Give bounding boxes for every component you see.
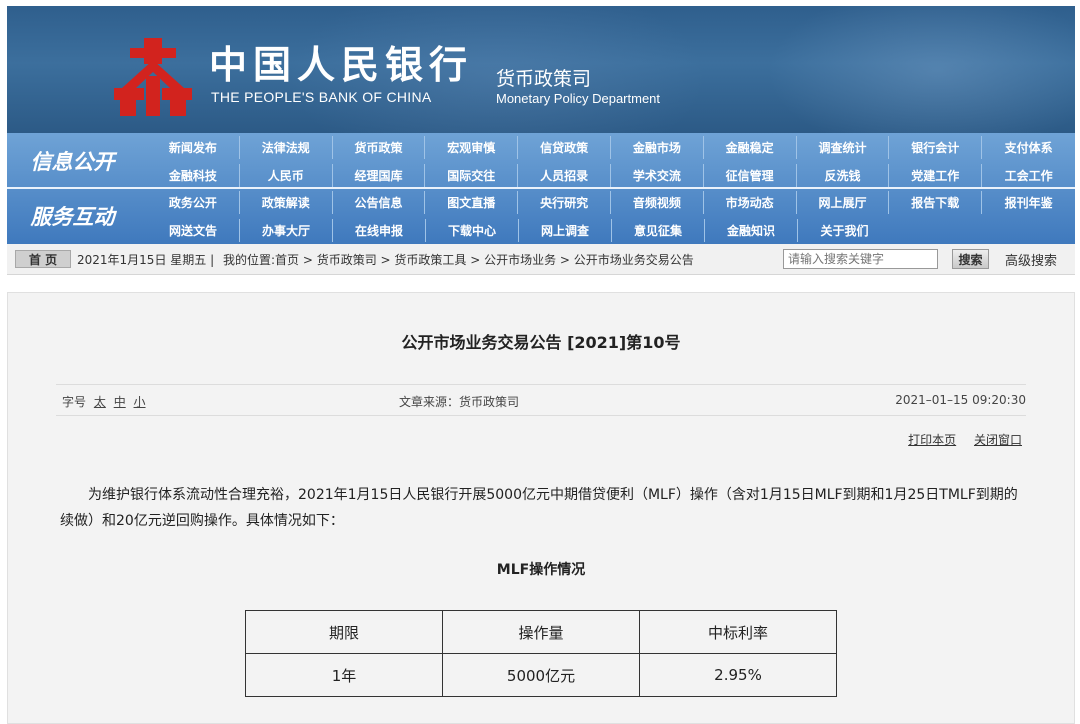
- table-cell: 5000亿元: [442, 653, 640, 697]
- nav-item[interactable]: 人员招录: [518, 164, 611, 187]
- pboc-logo-icon: [114, 38, 192, 116]
- nav-item[interactable]: 人民币: [240, 164, 333, 187]
- nav-item[interactable]: 经理国库: [333, 164, 426, 187]
- nav-item[interactable]: 政务公开: [147, 191, 240, 214]
- nav-item[interactable]: 新闻发布: [147, 136, 240, 159]
- font-size-control: 字号 太 中 小: [62, 393, 146, 410]
- search-input[interactable]: [783, 249, 938, 269]
- font-size-large[interactable]: 太: [94, 395, 106, 409]
- nav-row: 政务公开 政策解读 公告信息 图文直播 央行研究 音频视频 市场动态 网上展厅 …: [147, 191, 1075, 214]
- nav-item[interactable]: 网上展厅: [797, 191, 890, 214]
- nav-item[interactable]: 国际交往: [425, 164, 519, 187]
- article-paragraph: 为维护银行体系流动性合理充裕，2021年1月15日人民银行开展5000亿元中期借…: [60, 487, 1018, 529]
- table-subtitle: MLF操作情况: [496, 562, 586, 578]
- font-size-medium[interactable]: 中: [114, 395, 126, 409]
- article-meta: 字号 太 中 小 文章来源：货币政策司 2021–01–15 09:20:30: [56, 384, 1026, 416]
- search-button[interactable]: 搜索: [952, 249, 989, 269]
- nav-item[interactable]: 央行研究: [518, 191, 611, 214]
- nav-item[interactable]: 支付体系: [982, 136, 1075, 159]
- nav-item[interactable]: 意见征集: [612, 219, 705, 242]
- nav-item[interactable]: 反洗钱: [797, 164, 890, 187]
- font-size-small[interactable]: 小: [134, 395, 146, 409]
- table-header: 中标利率: [639, 610, 837, 654]
- article-source: 文章来源：货币政策司: [399, 395, 520, 409]
- nav-item[interactable]: 政策解读: [240, 191, 333, 214]
- header-banner: 中国人民银行 THE PEOPLE'S BANK OF CHINA 货币政策司 …: [7, 6, 1075, 133]
- nav-item[interactable]: 货币政策: [333, 136, 426, 159]
- nav-item[interactable]: 报刊年鉴: [982, 191, 1075, 214]
- nav-item[interactable]: 公告信息: [333, 191, 426, 214]
- nav-item[interactable]: 金融稳定: [704, 136, 797, 159]
- nav-row: 网送文告 办事大厅 在线申报 下载中心 网上调查 意见征集 金融知识 关于我们: [147, 219, 1075, 242]
- advanced-search-link[interactable]: 高级搜索: [1005, 250, 1057, 269]
- current-date: 2021年1月15日 星期五 |: [77, 253, 215, 267]
- dept-name-cn: 货币政策司: [496, 68, 592, 90]
- nav-item[interactable]: 法律法规: [240, 136, 333, 159]
- nav-item[interactable]: 关于我们: [798, 219, 891, 242]
- breadcrumb[interactable]: 我的位置:首页 > 货币政策司 > 货币政策工具 > 公开市场业务 > 公开市场…: [223, 251, 694, 268]
- nav-section-info[interactable]: 信息公开: [7, 133, 138, 188]
- table-row: 1年 5000亿元 2.95%: [245, 653, 837, 697]
- table-header-row: 期限 操作量 中标利率: [245, 610, 837, 654]
- nav-item[interactable]: 金融科技: [147, 164, 240, 187]
- home-button[interactable]: 首 页: [15, 250, 71, 268]
- article-actions: 打印本页 关闭窗口: [894, 431, 1022, 448]
- table-cell: 2.95%: [639, 653, 837, 697]
- nav-section-service[interactable]: 服务互动: [7, 188, 138, 243]
- table-cell: 1年: [245, 653, 443, 697]
- main-nav: 信息公开 服务互动 新闻发布 法律法规 货币政策 宏观审慎 信贷政策 金融市场 …: [7, 133, 1075, 244]
- article-panel: 公开市场业务交易公告 [2021]第10号 字号 太 中 小 文章来源：货币政策…: [7, 292, 1075, 724]
- table-header: 期限: [245, 610, 443, 654]
- bank-name-cn: 中国人民银行: [209, 42, 474, 87]
- nav-item[interactable]: 银行会计: [889, 136, 983, 159]
- table-header: 操作量: [442, 610, 640, 654]
- close-window-link[interactable]: 关闭窗口: [974, 433, 1022, 447]
- mlf-table: 期限 操作量 中标利率 1年 5000亿元 2.95%: [245, 610, 837, 697]
- nav-item[interactable]: 学术交流: [611, 164, 704, 187]
- article-time: 2021–01–15 09:20:30: [895, 393, 1026, 407]
- nav-item[interactable]: 金融知识: [705, 219, 798, 242]
- article-title: 公开市场业务交易公告 [2021]第10号: [401, 333, 681, 352]
- nav-item[interactable]: 市场动态: [704, 191, 797, 214]
- nav-item[interactable]: 工会工作: [982, 164, 1075, 187]
- bank-name-en: THE PEOPLE'S BANK OF CHINA: [211, 89, 432, 105]
- nav-item[interactable]: 在线申报: [333, 219, 426, 242]
- nav-item[interactable]: 党建工作: [889, 164, 983, 187]
- nav-item[interactable]: 网送文告: [147, 219, 240, 242]
- nav-item[interactable]: 办事大厅: [240, 219, 333, 242]
- nav-item[interactable]: 下载中心: [426, 219, 519, 242]
- nav-item[interactable]: 报告下载: [889, 191, 983, 214]
- font-size-label: 字号: [62, 395, 87, 409]
- print-link[interactable]: 打印本页: [908, 433, 956, 447]
- nav-item[interactable]: 网上调查: [519, 219, 612, 242]
- nav-item[interactable]: 金融市场: [611, 136, 704, 159]
- nav-row: 金融科技 人民币 经理国库 国际交往 人员招录 学术交流 征信管理 反洗钱 党建…: [147, 164, 1075, 187]
- nav-row: 新闻发布 法律法规 货币政策 宏观审慎 信贷政策 金融市场 金融稳定 调查统计 …: [147, 136, 1075, 159]
- nav-item[interactable]: 图文直播: [425, 191, 519, 214]
- nav-item[interactable]: 征信管理: [704, 164, 797, 187]
- nav-item[interactable]: 信贷政策: [518, 136, 611, 159]
- nav-item[interactable]: 宏观审慎: [425, 136, 519, 159]
- breadcrumb-bar: 首 页 2021年1月15日 星期五 | 我的位置:首页 > 货币政策司 > 货…: [7, 244, 1075, 275]
- nav-item[interactable]: 音频视频: [611, 191, 704, 214]
- nav-item[interactable]: 调查统计: [797, 136, 890, 159]
- dept-name-en: Monetary Policy Department: [496, 91, 661, 106]
